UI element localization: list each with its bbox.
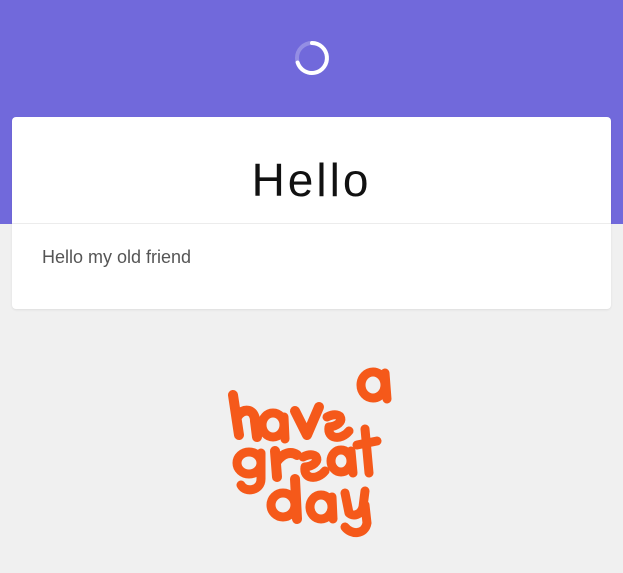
card-message: Hello my old friend xyxy=(42,247,192,267)
loading-spinner-icon xyxy=(295,41,329,75)
greeting-card: Hello Hello my old friend xyxy=(12,117,611,309)
have-a-great-day-sticker xyxy=(228,367,392,537)
card-title: Hello xyxy=(12,117,611,224)
